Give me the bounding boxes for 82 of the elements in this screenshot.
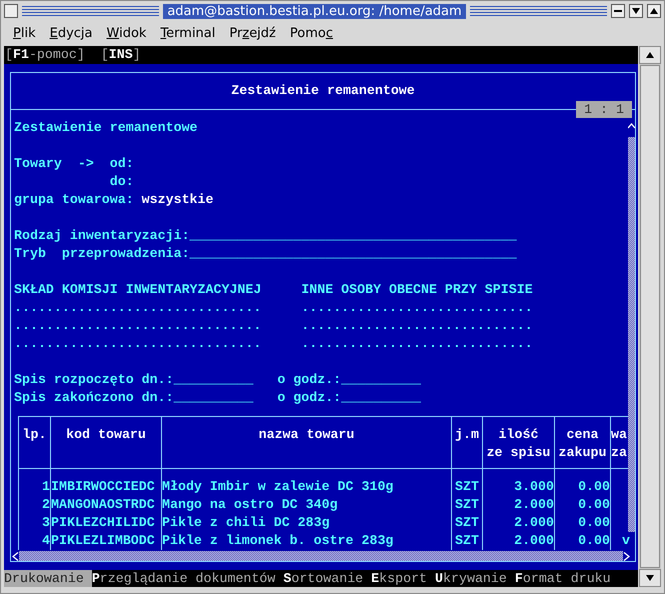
action-menu-item[interactable]: Drukowanie xyxy=(4,570,92,587)
table-cell: 0.00 xyxy=(578,497,610,512)
table-cell: 2.000 xyxy=(514,497,554,512)
column-header: cena xyxy=(566,426,598,444)
scroll-up-icon[interactable] xyxy=(628,123,635,129)
report-text: o godz.:__________ xyxy=(276,371,421,389)
menu-item[interactable]: Terminal xyxy=(153,24,222,42)
table-cell: 1 xyxy=(42,479,50,494)
report-text: wszystkie xyxy=(142,191,214,209)
maximize-button[interactable] xyxy=(647,4,661,18)
menu-item[interactable]: Widok xyxy=(100,24,154,42)
report-text: ............................... xyxy=(14,335,262,353)
table-cell: 0.00 xyxy=(578,515,610,530)
report-text: ............................... xyxy=(14,317,262,335)
report-text: ............................... xyxy=(14,299,262,317)
table-cell: v xyxy=(622,533,630,548)
column-header: zakupu xyxy=(558,444,606,462)
table-cell: SZT xyxy=(455,533,479,548)
menu-item[interactable]: Edycja xyxy=(42,24,100,42)
scrollbar[interactable] xyxy=(628,137,635,532)
report-text: INNE OSOBY OBECNE PRZY SPISIE xyxy=(300,281,533,299)
report-text: Tryb przeprowadzenia:_________________________________________ xyxy=(14,245,517,263)
table-cell: SZT xyxy=(455,497,479,512)
table-cell: SZT xyxy=(455,479,479,494)
table-cell: PIKLEZCHILIDC xyxy=(51,515,155,530)
column-header: j.m xyxy=(455,426,479,444)
table-cell: Mango na ostro DC 340g xyxy=(162,497,338,512)
menu-item[interactable]: Plik xyxy=(6,24,43,42)
report-text: SKŁAD KOMISJI INWENTARYZACYJNEJ xyxy=(14,281,262,299)
table-cell: Pikle z chili DC 283g xyxy=(162,515,330,530)
report-text: ............................. xyxy=(300,299,533,317)
column-header: wa xyxy=(611,426,627,444)
table-cell: MANGONAOSTRDC xyxy=(51,497,155,512)
report-title: Zestawienie remanentowe xyxy=(231,82,415,100)
table-cell: 2 xyxy=(42,497,50,512)
report-text: Zestawienie remanentowe xyxy=(14,119,198,137)
scroll-left-icon[interactable] xyxy=(12,552,19,560)
caret-up-icon xyxy=(650,8,658,14)
hotkey-hint: [F1-pomoc] xyxy=(5,46,85,64)
table-cell: 4 xyxy=(42,533,50,548)
table-cell: 3.000 xyxy=(514,479,554,494)
table-cell: 0.00 xyxy=(578,533,610,548)
report-text: ............................. xyxy=(300,335,533,353)
column-header: ze spisu xyxy=(486,444,550,462)
window-title: adam@bastion.bestia.pl.eu.org: /home/adam xyxy=(163,4,466,18)
caret-down-icon xyxy=(632,8,640,14)
table-cell: Młody Imbir w zalewie DC 310g xyxy=(162,479,394,494)
table-cell: 3 xyxy=(42,515,50,530)
report-text: grupa towarowa: xyxy=(14,191,135,209)
column-header: ilość xyxy=(498,426,538,444)
position-indicator: 1 : 1 xyxy=(576,101,632,118)
report-text: do: xyxy=(110,173,134,191)
scrollbar-thumb[interactable] xyxy=(640,65,660,568)
minimize-button[interactable] xyxy=(611,4,625,18)
table-cell: 2.000 xyxy=(514,515,554,530)
table-cell: 0.00 xyxy=(578,479,610,494)
column-header: nazwa towaru xyxy=(258,426,354,444)
column-header: lp. xyxy=(22,426,46,444)
window-menu-button[interactable] xyxy=(4,4,18,18)
scroll-up-button[interactable] xyxy=(639,46,661,64)
table-cell: Pikle z limonek b. ostre 283g xyxy=(162,533,394,548)
menu-item[interactable]: Pomoc xyxy=(282,24,340,42)
table-cell: IMBIRWOCCIEDC xyxy=(51,479,155,494)
report-text: Rodzaj inwentaryzacji:_________________________________________ xyxy=(14,227,517,245)
report-text: o godz.:__________ xyxy=(276,389,421,407)
hotkey-hint: [INS] xyxy=(100,46,141,64)
horizontal-scrollbar[interactable] xyxy=(19,551,623,561)
arrow-down-icon xyxy=(646,575,654,581)
column-header: kod towaru xyxy=(66,426,146,444)
table-cell: 2.000 xyxy=(514,533,554,548)
shade-button[interactable] xyxy=(629,4,643,18)
report-text: Spis zakończono dn.:__________ xyxy=(14,389,254,407)
scroll-down-button[interactable] xyxy=(639,569,661,587)
menu-item[interactable]: Przejdź xyxy=(222,24,283,42)
table-cell: PIKLEZLIMBODC xyxy=(51,533,155,548)
table-cell: SZT xyxy=(455,515,479,530)
report-text: Spis rozpoczęto dn.:__________ xyxy=(14,371,254,389)
report-text: ............................. xyxy=(300,317,533,335)
minimize-icon xyxy=(614,10,622,12)
column-header: za xyxy=(611,444,627,462)
report-text: Towary -> od: xyxy=(14,155,134,173)
arrow-up-icon xyxy=(646,52,654,58)
